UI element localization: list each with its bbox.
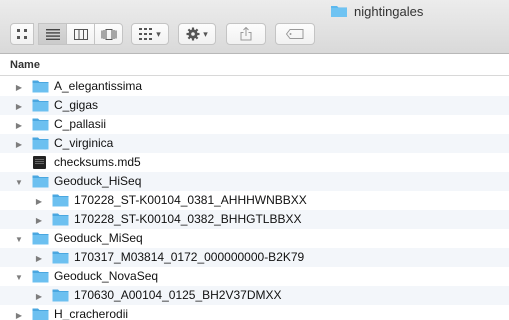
item-name: Geoduck_HiSeq bbox=[54, 174, 142, 188]
disclosure-collapsed-icon[interactable]: ▶ bbox=[14, 120, 24, 130]
grid-icon bbox=[17, 29, 27, 39]
folder-row[interactable]: ▶ A_elegantissima bbox=[0, 77, 509, 96]
folder-row[interactable]: ▶ 170630_A00104_0125_BH2V37DMXX bbox=[0, 286, 509, 305]
disclosure-expanded-icon[interactable]: ▼ bbox=[14, 234, 24, 244]
file-list: ▶ A_elegantissima ▶ C_gigas ▶ C_pallasii ▶ C_vi… bbox=[0, 77, 509, 320]
disclosure-collapsed-icon[interactable]: ▶ bbox=[14, 310, 24, 320]
disclosure-collapsed-icon[interactable]: ▶ bbox=[34, 291, 44, 301]
disclosure-expanded-icon[interactable]: ▼ bbox=[14, 272, 24, 282]
folder-row[interactable]: ▶ H_cracherodii bbox=[0, 305, 509, 320]
finder-toolbar: nightingales ▾ ▾ bbox=[0, 0, 509, 54]
folder-icon bbox=[52, 212, 69, 226]
document-icon bbox=[33, 156, 46, 169]
list-icon bbox=[45, 28, 60, 40]
item-name: Geoduck_MiSeq bbox=[54, 231, 143, 245]
list-view-button[interactable] bbox=[38, 23, 67, 45]
folder-icon bbox=[32, 79, 49, 93]
item-name: checksums.md5 bbox=[54, 155, 141, 169]
columns-icon bbox=[73, 28, 88, 40]
window-title-text: nightingales bbox=[354, 3, 424, 19]
folder-icon bbox=[32, 136, 49, 150]
disclosure-collapsed-icon[interactable]: ▶ bbox=[34, 215, 44, 225]
folder-row[interactable]: ▶ C_gigas bbox=[0, 96, 509, 115]
folder-icon bbox=[32, 98, 49, 112]
icon-view-button[interactable] bbox=[10, 23, 34, 45]
item-name: 170317_M03814_0172_000000000-B2K79 bbox=[74, 250, 305, 264]
gear-icon bbox=[186, 27, 200, 41]
disclosure-collapsed-icon[interactable]: ▶ bbox=[14, 139, 24, 149]
folder-icon bbox=[32, 117, 49, 131]
column-view-button[interactable] bbox=[66, 23, 95, 45]
folder-row[interactable]: ▼ Geoduck_MiSeq bbox=[0, 229, 509, 248]
folder-icon bbox=[32, 231, 49, 245]
chevron-down-icon: ▾ bbox=[156, 28, 161, 39]
item-name: A_elegantissima bbox=[54, 79, 143, 93]
folder-row[interactable]: ▶ C_virginica bbox=[0, 134, 509, 153]
window-title: nightingales bbox=[330, 3, 423, 19]
item-name: C_virginica bbox=[54, 136, 114, 150]
tag-button[interactable] bbox=[275, 23, 315, 45]
folder-icon bbox=[32, 174, 49, 188]
folder-icon bbox=[331, 6, 347, 17]
arrange-grid-icon bbox=[139, 28, 153, 40]
folder-icon bbox=[32, 269, 49, 283]
name-column-header[interactable]: Name bbox=[0, 55, 509, 76]
folder-row[interactable]: ▶ 170228_ST-K00104_0382_BHHGTLBBXX bbox=[0, 210, 509, 229]
folder-row[interactable]: ▶ C_pallasii bbox=[0, 115, 509, 134]
folder-icon bbox=[52, 250, 69, 264]
item-name: 170630_A00104_0125_BH2V37DMXX bbox=[74, 288, 282, 302]
folder-row[interactable]: ▼ Geoduck_HiSeq bbox=[0, 172, 509, 191]
disclosure-expanded-icon[interactable]: ▼ bbox=[14, 177, 24, 187]
item-name: 170228_ST-K00104_0381_AHHHWNBBXX bbox=[74, 193, 307, 207]
folder-icon bbox=[32, 307, 49, 320]
item-name: H_cracherodii bbox=[54, 307, 129, 320]
disclosure-collapsed-icon[interactable]: ▶ bbox=[14, 101, 24, 111]
folder-row[interactable]: ▼ Geoduck_NovaSeq bbox=[0, 267, 509, 286]
item-name: C_pallasii bbox=[54, 117, 107, 131]
folder-icon bbox=[52, 288, 69, 302]
cover-flow-icon bbox=[101, 28, 116, 40]
action-button[interactable]: ▾ bbox=[178, 23, 216, 45]
item-name: Geoduck_NovaSeq bbox=[54, 269, 159, 283]
disclosure-collapsed-icon[interactable]: ▶ bbox=[34, 253, 44, 263]
item-name: 170228_ST-K00104_0382_BHHGTLBBXX bbox=[74, 212, 302, 226]
cover-flow-button[interactable] bbox=[94, 23, 123, 45]
chevron-down-icon: ▾ bbox=[203, 28, 208, 39]
item-name: C_gigas bbox=[54, 98, 99, 112]
folder-row[interactable]: ▶ 170228_ST-K00104_0381_AHHHWNBBXX bbox=[0, 191, 509, 210]
tag-icon bbox=[286, 29, 304, 39]
folder-row[interactable]: ▶ 170317_M03814_0172_000000000-B2K79 bbox=[0, 248, 509, 267]
disclosure-collapsed-icon[interactable]: ▶ bbox=[34, 196, 44, 206]
arrange-button[interactable]: ▾ bbox=[131, 23, 169, 45]
folder-icon bbox=[52, 193, 69, 207]
file-row[interactable]: checksums.md5 bbox=[0, 153, 509, 172]
disclosure-collapsed-icon[interactable]: ▶ bbox=[14, 82, 24, 92]
share-icon bbox=[240, 27, 252, 41]
share-button[interactable] bbox=[226, 23, 266, 45]
